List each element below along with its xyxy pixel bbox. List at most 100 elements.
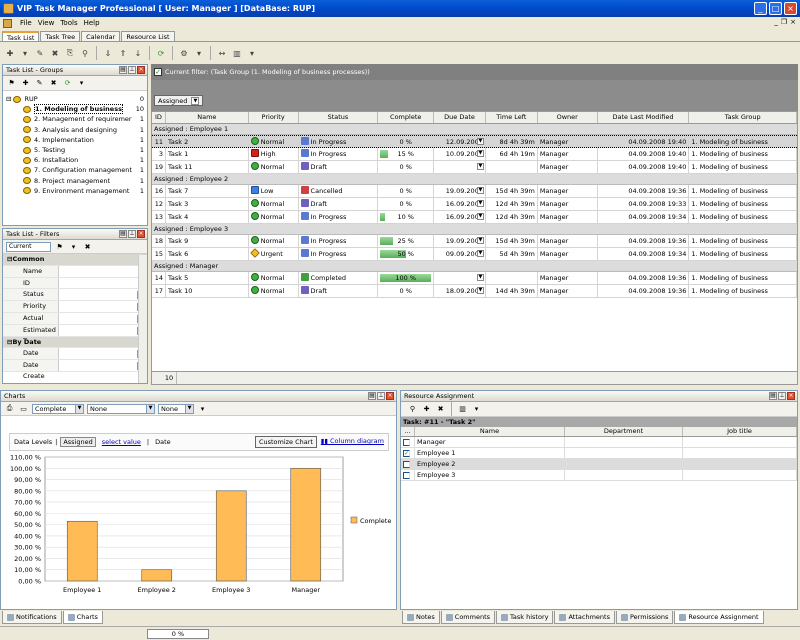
table-row[interactable]: 11 Task 2 Normal In Progress 0 % 12.09.2008 ▼ 8…	[152, 135, 797, 148]
filter-value[interactable]: ▼	[59, 360, 147, 371]
find-resource-icon[interactable]: ⚲	[407, 404, 418, 415]
find-icon[interactable]: ⚲	[79, 47, 91, 59]
panel-close-icon[interactable]: ×	[787, 392, 795, 400]
tab-charts[interactable]: Charts	[62, 611, 103, 624]
pin-icon[interactable]: ⊥	[128, 230, 136, 238]
table-row[interactable]: 14 Task 5 Normal Completed 100 % ▼ Manager 04.0…	[152, 272, 797, 285]
collapse-icon[interactable]: ⊟	[6, 95, 11, 103]
assign-checkbox[interactable]	[403, 472, 410, 479]
chart-third-select[interactable]: None ▼	[158, 403, 194, 414]
col-due-date-cell[interactable]: 16.09.2008 ▼	[434, 198, 486, 210]
columns-icon[interactable]: ▥	[457, 404, 468, 415]
col-priority-cell[interactable]: Normal	[249, 211, 299, 223]
tab-notifications[interactable]: Notifications	[2, 611, 62, 624]
panel-menu-icon[interactable]: ▤	[769, 392, 777, 400]
group-by-chip[interactable]: Assigned ▼	[154, 95, 204, 106]
panel-menu-icon[interactable]: ▤	[119, 230, 127, 238]
edit-task-icon[interactable]: ✎	[34, 47, 46, 59]
col-name-cell[interactable]: Task 9	[166, 235, 249, 247]
table-row[interactable]: Employee 3	[401, 470, 797, 481]
tree-node[interactable]: 8. Project management 1	[3, 176, 147, 186]
col-priority-cell[interactable]: Urgent	[249, 248, 299, 260]
col-name-cell[interactable]: Task 3	[166, 198, 249, 210]
filter-value[interactable]: ▼	[59, 301, 147, 312]
table-row[interactable]: 17 Task 10 Normal Draft 0 % 18.09.2008 ▼ 14d 4h…	[152, 285, 797, 298]
menu-tools[interactable]: Tools	[60, 19, 77, 27]
tree-node-root[interactable]: ⊟ RUP 0	[3, 94, 147, 104]
move-down-icon[interactable]: ⇓	[102, 47, 114, 59]
tab-task-list[interactable]: Task List	[2, 31, 40, 42]
col-status-cell[interactable]: In Progress	[299, 136, 379, 147]
col-priority[interactable]: Priority	[249, 112, 299, 123]
col-time-left-cell[interactable]: 15d 4h 39m	[486, 235, 538, 247]
col-priority-cell[interactable]: Normal	[249, 161, 299, 173]
col-owner-cell[interactable]: Manager	[538, 285, 598, 297]
tab-resource-assignment[interactable]: Resource Assignment	[674, 611, 764, 624]
tab-resource-list[interactable]: Resource List	[121, 31, 175, 41]
remove-resource-icon[interactable]: ✖	[435, 404, 446, 415]
minimize-button[interactable]: _	[754, 2, 767, 15]
col-time-left-cell[interactable]: 6d 4h 19m	[486, 148, 538, 160]
group-icon[interactable]: ⚙	[178, 47, 190, 59]
tree-node[interactable]: 6. Installation 1	[3, 155, 147, 165]
filter-category[interactable]: ⊟ Common	[3, 254, 147, 266]
col-complete-cell[interactable]: 0 %	[378, 198, 435, 210]
col-time-left-cell[interactable]: 8d 4h 39m	[486, 136, 538, 147]
table-row[interactable]: 15 Task 6 Urgent In Progress 50 % 09.09.2008 ▼…	[152, 248, 797, 261]
col-due-date-cell[interactable]: 19.09.2008 ▼	[434, 185, 486, 197]
columns-icon[interactable]: ▥	[231, 47, 243, 59]
col-time-left-cell[interactable]: 12d 4h 39m	[486, 198, 538, 210]
col-priority-cell[interactable]: Normal	[249, 198, 299, 210]
panel-close-icon[interactable]: ×	[137, 66, 145, 74]
col-time-left-cell[interactable]: 14d 4h 39m	[486, 285, 538, 297]
pin-icon[interactable]: ⊥	[377, 392, 385, 400]
chevron-down-icon[interactable]: ▼	[476, 138, 484, 145]
group-row[interactable]: Assigned : Employee 3	[152, 224, 797, 235]
close-button[interactable]: ×	[784, 2, 797, 15]
add-resource-icon[interactable]: ✚	[421, 404, 432, 415]
col-id[interactable]: ID	[152, 112, 166, 123]
chevron-down-icon[interactable]: ▼	[476, 200, 484, 207]
panel-close-icon[interactable]: ×	[386, 392, 394, 400]
dropdown-icon[interactable]: ▾	[471, 404, 482, 415]
col-job-title[interactable]: Job title	[683, 427, 797, 436]
delete-group-icon[interactable]: ✖	[48, 78, 59, 89]
chevron-down-icon[interactable]: ▼	[185, 404, 193, 413]
chevron-down-icon[interactable]: ▼	[476, 274, 484, 281]
chevron-down-icon[interactable]: ▼	[476, 213, 484, 220]
filter-value[interactable]: ▼	[59, 325, 147, 336]
col-priority-cell[interactable]: Low	[249, 185, 299, 197]
column-diagram-link[interactable]: ▮▮ Column diagram	[321, 437, 384, 445]
col-complete-cell[interactable]: 0 %	[378, 161, 435, 173]
tab-task-tree[interactable]: Task Tree	[40, 31, 81, 41]
tab-notes[interactable]: Notes	[402, 611, 440, 624]
filter-enable-checkbox[interactable]: ✓	[154, 68, 162, 76]
delete-task-icon[interactable]: ✖	[49, 47, 61, 59]
level-date[interactable]: Date	[152, 437, 174, 447]
tab-permissions[interactable]: Permissions	[615, 611, 674, 624]
col-owner-cell[interactable]: Manager	[538, 136, 598, 147]
arrow-down-icon[interactable]: ↓	[132, 47, 144, 59]
col-owner[interactable]: Owner	[538, 112, 598, 123]
tree-node[interactable]: 1. Modeling of business 10	[3, 104, 147, 115]
table-row[interactable]: 18 Task 9 Normal In Progress 25 % 19.09.2008 ▼…	[152, 235, 797, 248]
col-complete-cell[interactable]: 15 %	[378, 148, 435, 160]
chevron-down-icon[interactable]: ▼	[146, 404, 154, 413]
tree-node[interactable]: 7. Configuration management 1	[3, 165, 147, 175]
col-due-date-cell[interactable]: ▼	[434, 161, 486, 173]
filter-icon[interactable]: ⚑	[6, 78, 17, 89]
clear-filter-icon[interactable]: ✖	[82, 241, 93, 252]
col-status-cell[interactable]: In Progress	[299, 248, 379, 260]
group-row[interactable]: Assigned : Employee 2	[152, 174, 797, 185]
col-time-left-cell[interactable]: 5d 4h 39m	[486, 248, 538, 260]
col-due-date-cell[interactable]: 18.09.2008 ▼	[434, 285, 486, 297]
col-complete-cell[interactable]: 0 %	[378, 136, 435, 147]
table-row[interactable]: 3 Task 1 High In Progress 15 % 10.09.2008 ▼ 6d …	[152, 148, 797, 161]
edit-group-icon[interactable]: ✎	[34, 78, 45, 89]
assign-checkbox[interactable]: ✓	[403, 450, 410, 457]
mdi-close-icon[interactable]: ×	[790, 18, 796, 26]
col-due-date-cell[interactable]: 12.09.2008 ▼	[434, 136, 486, 147]
col-status-cell[interactable]: In Progress	[299, 211, 379, 223]
export-icon[interactable]: ▭	[18, 403, 29, 414]
col-owner-cell[interactable]: Manager	[538, 248, 598, 260]
